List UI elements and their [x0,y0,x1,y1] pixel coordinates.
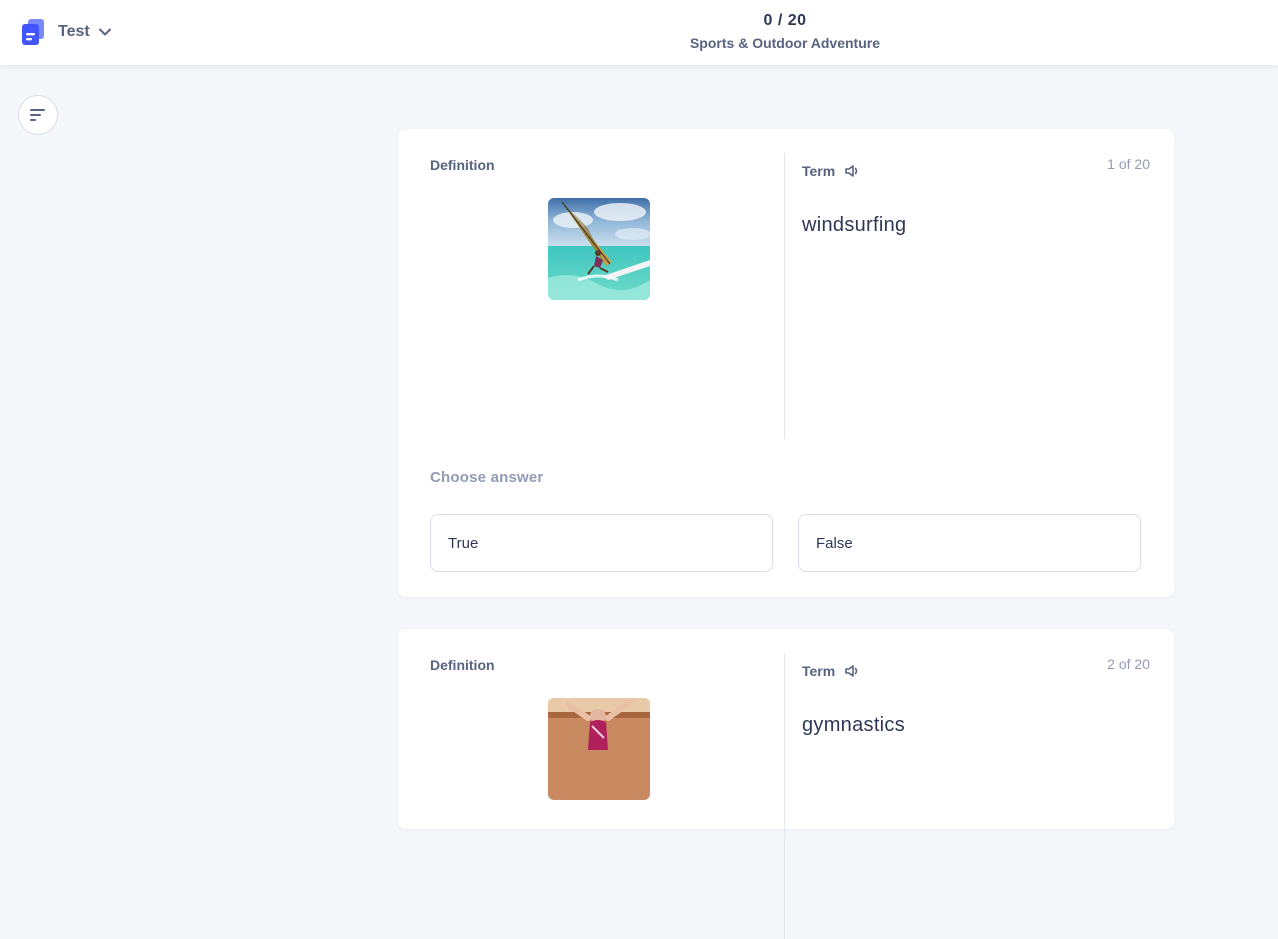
term-text: windsurfing [802,214,907,236]
definition-label: Definition [430,157,495,173]
set-title: Sports & Outdoor Adventure [689,35,881,51]
options-lines-icon [30,109,45,121]
top-bar: Test 0 / 20 Sports & Outdoor Adventure [0,0,1278,65]
term-label-row: Term [802,162,861,180]
speaker-icon[interactable] [843,662,861,680]
question-counter: 2 of 20 [1107,656,1150,672]
progress-indicator: 0 / 20 Sports & Outdoor Adventure [0,12,1278,51]
term-label: Term [802,163,836,179]
term-text: gymnastics [802,714,906,736]
definition-label: Definition [430,657,495,673]
answer-false-button[interactable]: False [798,514,1141,572]
definition-image-gymnast [548,698,650,800]
options-button[interactable] [18,95,58,135]
answer-true-button[interactable]: True [430,514,773,572]
question-card: Definition Term 2 of 20 gymnastics [398,629,1174,939]
question-counter: 1 of 20 [1107,156,1150,172]
card-divider [784,653,785,939]
choose-answer-label: Choose answer [430,469,544,486]
term-label: Term [802,663,836,679]
term-label-row: Term [802,662,861,680]
question-card: Definition Term 1 of 20 windsurfing Choo… [398,129,1174,597]
speaker-icon[interactable] [843,162,861,180]
definition-image-windsurfer [548,198,650,300]
card-divider [784,153,785,439]
progress-count: 0 / 20 [763,12,807,29]
